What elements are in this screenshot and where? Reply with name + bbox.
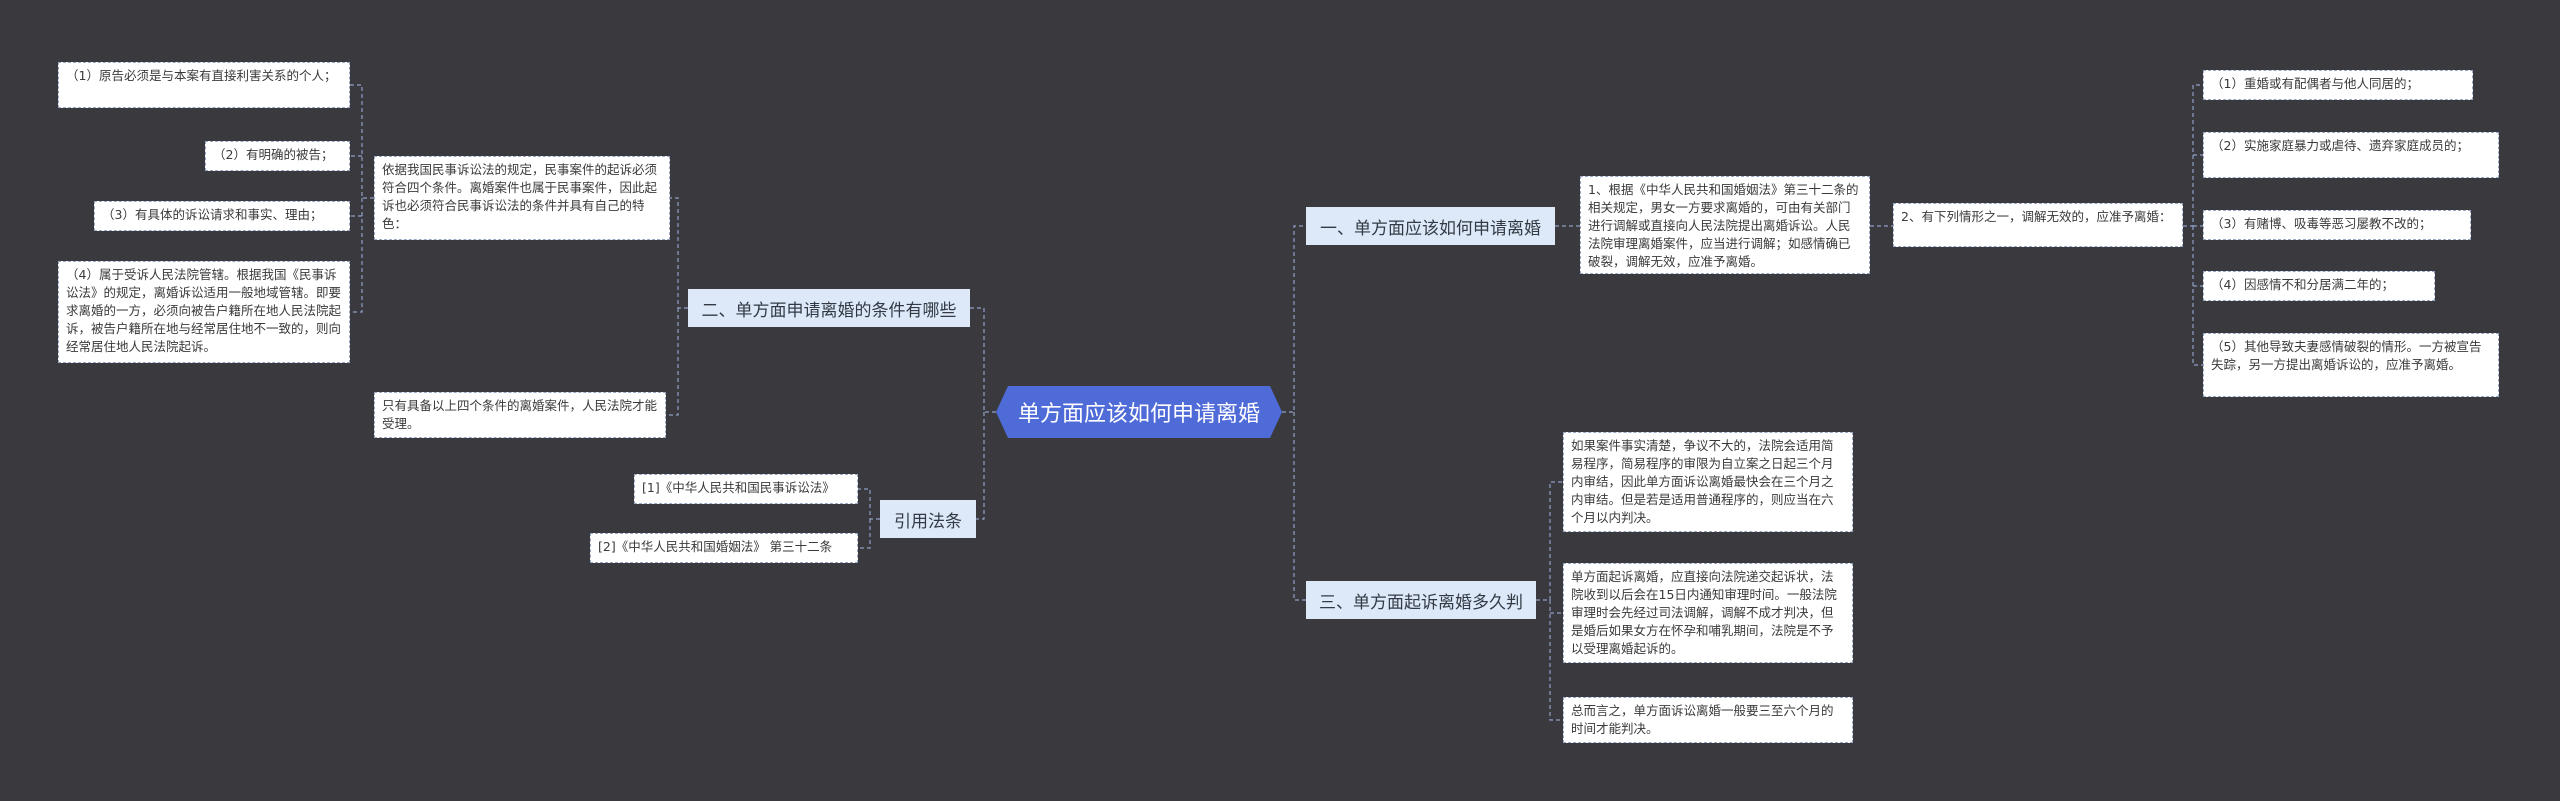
b1-case-2[interactable]: （2）实施家庭暴力或虐待、遗弃家庭成员的； bbox=[2203, 132, 2499, 178]
b2-note[interactable]: 只有具备以上四个条件的离婚案件，人民法院才能受理。 bbox=[374, 392, 666, 438]
b2-condition-2[interactable]: （2）有明确的被告； bbox=[205, 141, 350, 171]
branch-how-to-apply[interactable]: 一、单方面应该如何申请离婚 bbox=[1306, 207, 1555, 245]
b2-condition-3[interactable]: （3）有具体的诉讼请求和事实、理由； bbox=[94, 201, 350, 231]
connector-line bbox=[858, 488, 880, 520]
branch-cited-laws[interactable]: 引用法条 bbox=[880, 500, 976, 538]
connector-line bbox=[350, 198, 363, 313]
connector-line bbox=[976, 412, 985, 520]
b2-condition-4[interactable]: （4）属于受诉人民法院管辖。根据我国《民事诉讼法》的规定，离婚诉讼适用一般地域管… bbox=[58, 261, 350, 363]
connector-line bbox=[970, 307, 996, 413]
connector-line bbox=[2192, 226, 2203, 366]
connector-line bbox=[1549, 600, 1563, 721]
b1-case-4[interactable]: （4）因感情不和分居满二年的； bbox=[2203, 271, 2435, 301]
b1-case-3[interactable]: （3）有赌博、吸毒等恶习屡教不改的； bbox=[2203, 210, 2471, 240]
branch-how-long[interactable]: 三、单方面起诉离婚多久判 bbox=[1306, 581, 1536, 619]
mindmap-canvas: 单方面应该如何申请离婚 一、单方面应该如何申请离婚 二、单方面申请离婚的条件有哪… bbox=[0, 0, 2560, 801]
connector-line bbox=[858, 519, 871, 549]
b1-case-1[interactable]: （1）重婚或有配偶者与他人同居的； bbox=[2203, 70, 2473, 100]
b4-law-2[interactable]: [2]《中华人民共和国婚姻法》 第三十二条 bbox=[590, 533, 858, 563]
b1-law-text[interactable]: 1、根据《中华人民共和国婚姻法》第三十二条的相关规定，男女一方要求离婚的，可由有… bbox=[1580, 176, 1870, 274]
b3-item-2[interactable]: 单方面起诉离婚，应直接向法院递交起诉状，法院收到以后会在15日内通知审理时间。一… bbox=[1563, 563, 1853, 663]
connector-line bbox=[350, 84, 374, 199]
b3-item-3[interactable]: 总而言之，单方面诉讼离婚一般要三至六个月的时间才能判决。 bbox=[1563, 697, 1853, 743]
b2-intro[interactable]: 依据我国民事诉讼法的规定，民事案件的起诉必须符合四个条件。离婚案件也属于民事案件… bbox=[374, 156, 670, 240]
b3-item-1[interactable]: 如果案件事实清楚，争议不大的，法院会适用简易程序，简易程序的审限为自立案之日起三… bbox=[1563, 432, 1853, 532]
b1-cases-intro[interactable]: 2、有下列情形之一，调解无效的，应准予离婚： bbox=[1893, 203, 2183, 247]
connector-line bbox=[1536, 481, 1563, 601]
b4-law-1[interactable]: [1]《中华人民共和国民事诉讼法》 bbox=[634, 474, 858, 504]
connector-line bbox=[1293, 412, 1306, 601]
connector-line bbox=[1282, 225, 1306, 413]
root-topic[interactable]: 单方面应该如何申请离婚 bbox=[996, 386, 1282, 438]
connector-line bbox=[670, 197, 688, 309]
connector-line bbox=[666, 308, 679, 416]
b1-case-5[interactable]: （5）其他导致夫妻感情破裂的情形。一方被宣告失踪，另一方提出离婚诉讼的，应准予离… bbox=[2203, 333, 2499, 397]
branch-conditions[interactable]: 二、单方面申请离婚的条件有哪些 bbox=[688, 289, 970, 327]
b2-condition-1[interactable]: （1）原告必须是与本案有直接利害关系的个人； bbox=[58, 62, 350, 108]
